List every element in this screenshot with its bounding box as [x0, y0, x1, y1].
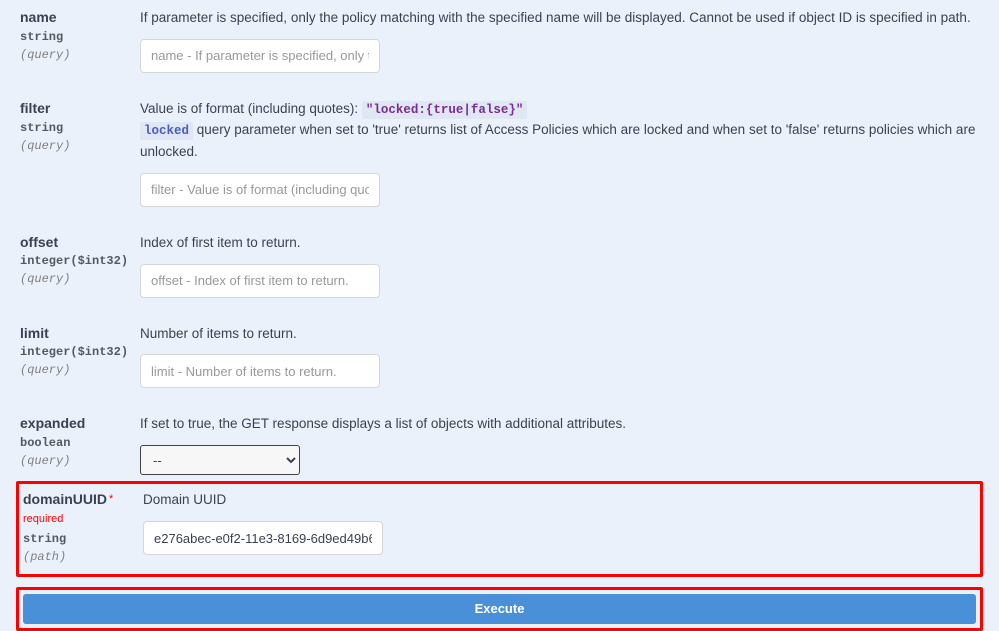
- offset-input[interactable]: [140, 264, 380, 298]
- highlight-execute: Execute: [16, 587, 983, 631]
- param-row-limit: limit integer($int32) (query) Number of …: [20, 316, 979, 407]
- domainuuid-name-text: domainUUID: [23, 491, 107, 507]
- domainuuid-input[interactable]: [143, 521, 383, 555]
- param-description: If parameter is specified, only the poli…: [140, 8, 979, 29]
- param-in-label: (query): [20, 46, 140, 64]
- param-desc-col: Number of items to return.: [140, 324, 979, 389]
- expanded-select[interactable]: --: [140, 445, 300, 475]
- highlight-domainuuid: domainUUID* required string (path) Domai…: [16, 481, 983, 576]
- filter-desc-rest: query parameter when set to 'true' retur…: [140, 122, 975, 158]
- limit-input[interactable]: [140, 354, 380, 388]
- param-meta: limit integer($int32) (query): [20, 324, 140, 389]
- param-type-label: string: [23, 530, 143, 548]
- param-name-label: name: [20, 8, 140, 28]
- param-type-label: integer($int32): [20, 252, 140, 270]
- param-meta: offset integer($int32) (query): [20, 233, 140, 298]
- param-in-label: (query): [20, 361, 140, 379]
- filter-desc-prefix: Value is of format (including quotes):: [140, 101, 362, 116]
- param-row-name: name string (query) If parameter is spec…: [20, 0, 979, 91]
- param-row-filter: filter string (query) Value is of format…: [20, 91, 979, 225]
- filter-input[interactable]: [140, 173, 380, 207]
- param-description: Number of items to return.: [140, 324, 979, 345]
- filter-code-locked: locked: [140, 122, 193, 140]
- param-desc-col: Value is of format (including quotes): "…: [140, 99, 979, 207]
- param-desc-col: If set to true, the GET response display…: [140, 414, 979, 475]
- param-name-label: expanded: [20, 414, 140, 434]
- param-type-label: integer($int32): [20, 343, 140, 361]
- param-type-label: boolean: [20, 434, 140, 452]
- param-description: Index of first item to return.: [140, 233, 979, 254]
- execute-button[interactable]: Execute: [23, 594, 976, 624]
- param-meta: filter string (query): [20, 99, 140, 207]
- param-in-label: (query): [20, 270, 140, 288]
- param-name-label: limit: [20, 324, 140, 344]
- param-name-label: filter: [20, 99, 140, 119]
- name-input[interactable]: [140, 39, 380, 73]
- param-desc-col: If parameter is specified, only the poli…: [140, 8, 979, 73]
- param-description: If set to true, the GET response display…: [140, 414, 979, 435]
- param-row-domainuuid: domainUUID* required string (path) Domai…: [23, 486, 976, 567]
- param-meta: expanded boolean (query): [20, 414, 140, 475]
- param-name-label: domainUUID* required: [23, 490, 143, 529]
- param-type-label: string: [20, 28, 140, 46]
- param-meta: name string (query): [20, 8, 140, 73]
- param-name-label: offset: [20, 233, 140, 253]
- param-description: Domain UUID: [143, 490, 976, 511]
- param-desc-col: Domain UUID: [143, 490, 976, 565]
- param-type-label: string: [20, 119, 140, 137]
- param-desc-col: Index of first item to return.: [140, 233, 979, 298]
- filter-code-format: "locked:{true|false}": [362, 101, 528, 119]
- param-description: Value is of format (including quotes): "…: [140, 99, 979, 163]
- param-in-label: (query): [20, 452, 140, 470]
- param-in-label: (query): [20, 137, 140, 155]
- param-row-expanded: expanded boolean (query) If set to true,…: [20, 406, 979, 481]
- param-in-label: (path): [23, 548, 143, 566]
- param-meta: domainUUID* required string (path): [23, 490, 143, 565]
- param-row-offset: offset integer($int32) (query) Index of …: [20, 225, 979, 316]
